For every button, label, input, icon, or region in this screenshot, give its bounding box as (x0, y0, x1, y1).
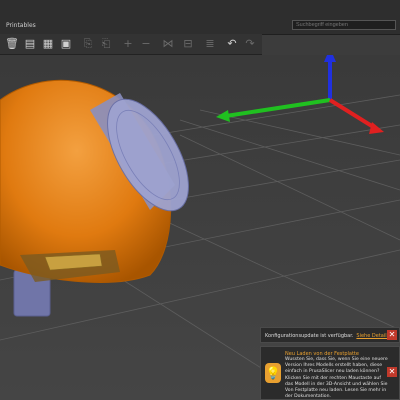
add-instance-icon[interactable]: + (120, 36, 136, 52)
delete-icon[interactable]: 🗑 (4, 36, 20, 52)
plater-toolbar: 🗑 ▤ ▦ ▣ ⎘ ⎗ + − ⋈ ⊟ ≣ ↶ ↷ (0, 34, 262, 55)
undo-icon[interactable]: ↶ (224, 36, 240, 52)
remove-instance-icon[interactable]: − (138, 36, 154, 52)
redo-icon[interactable]: ↷ (242, 36, 258, 52)
arrange-icon[interactable]: ▦ (40, 36, 56, 52)
top-bar: Printables (0, 0, 400, 35)
hint-body: Wussten Sie, dass Sie, wenn Sie eine neu… (285, 357, 388, 400)
layout-icon[interactable]: ▣ (58, 36, 74, 52)
hint-bulb-icon: 💡 (265, 363, 281, 383)
delete-all-icon[interactable]: ▤ (22, 36, 38, 52)
copy-icon[interactable]: ⎘ (80, 36, 96, 52)
close-icon[interactable]: ✕ (387, 330, 397, 340)
split-objects-icon[interactable]: ⋈ (160, 36, 176, 52)
close-icon[interactable]: ✕ (387, 367, 397, 377)
layers-icon[interactable]: ≣ (202, 36, 218, 52)
config-update-details-link[interactable]: Siehe Details (356, 333, 389, 339)
hint-notification: 💡 Neu Laden von der Festplatte Wussten S… (260, 346, 400, 400)
split-parts-icon[interactable]: ⊟ (180, 36, 196, 52)
paste-icon[interactable]: ⎗ (98, 36, 114, 52)
config-update-notification: Konfigurationsupdate ist verfügbar. Siehe… (260, 327, 400, 343)
config-update-message: Konfigurationsupdate ist verfügbar. (265, 333, 354, 339)
search-input[interactable] (292, 20, 396, 30)
printables-tab[interactable]: Printables (6, 22, 36, 29)
